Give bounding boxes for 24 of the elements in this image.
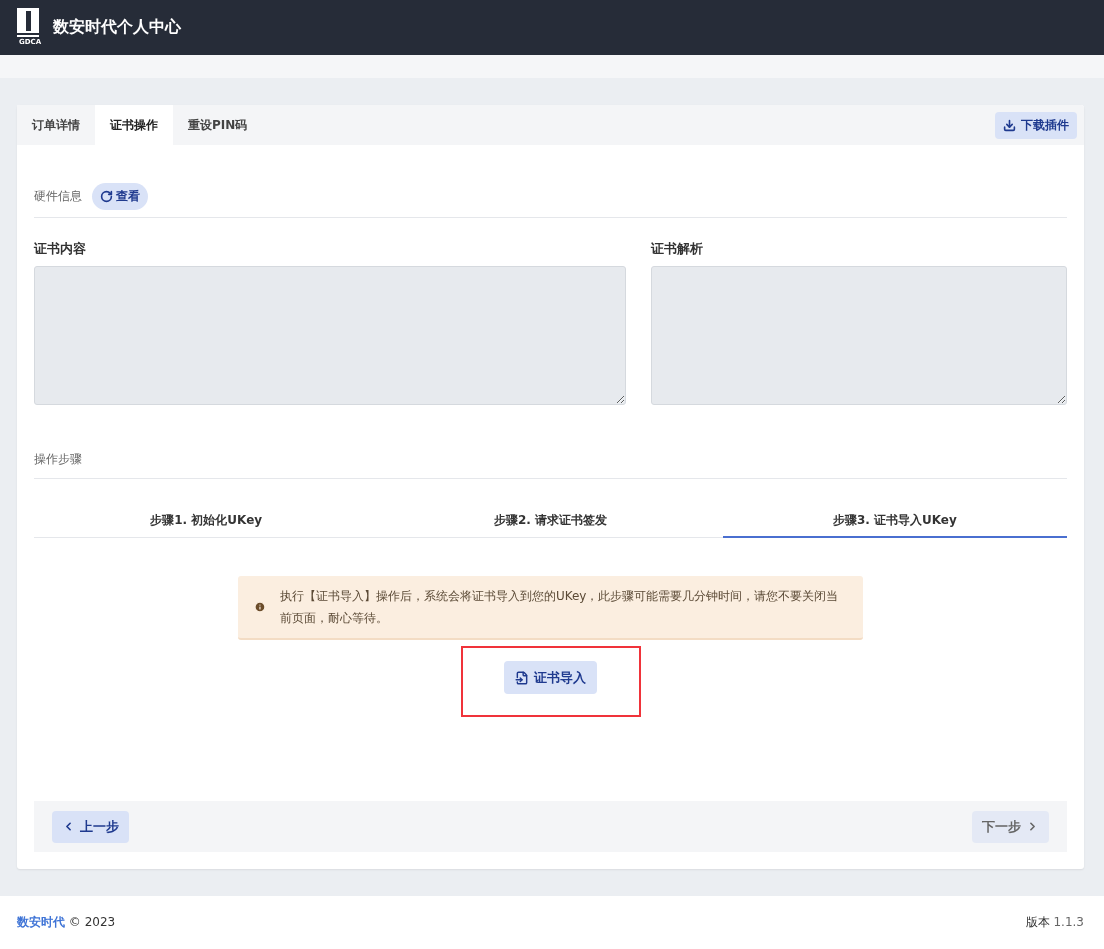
version-number: 1.1.3 — [1053, 915, 1084, 930]
prev-button[interactable]: 上一步 — [52, 810, 129, 843]
step-tab[interactable]: 步骤3. 证书导入UKey — [722, 505, 1067, 539]
info-icon — [254, 600, 266, 615]
text-area[interactable] — [651, 266, 1067, 406]
import-button[interactable]: 证书导入 — [504, 661, 597, 695]
copyright-text: © 2023 — [68, 915, 116, 930]
version-label: 版本 — [1025, 915, 1050, 930]
file-import-icon — [515, 670, 529, 685]
step-tab[interactable]: 步骤2. 请求证书签发 — [378, 505, 723, 539]
step-tab[interactable]: 步骤1. 初始化UKey — [34, 505, 379, 539]
app-title: 数安时代个人中心 — [53, 16, 181, 38]
refresh-icon — [100, 190, 113, 204]
download-button[interactable]: 下载插件 — [995, 111, 1077, 139]
panel-label: 证书解析 — [651, 240, 704, 259]
hardware-label: 硬件信息 — [34, 188, 82, 206]
notice-text: 执行【证书导入】操作后，系统会将证书导入到您的UKey，此步骤可能需要几分钟时间，请您不要关闭当前页面，耐心等待。 — [279, 588, 840, 628]
view-button[interactable]: 查看 — [92, 183, 148, 211]
panel-label: 证书内容 — [34, 240, 87, 259]
brand-link[interactable]: 数安时代 — [17, 915, 65, 930]
steps-heading: 操作步骤 — [34, 452, 82, 467]
download-icon — [1003, 118, 1016, 132]
tab[interactable]: 证书操作 — [95, 105, 173, 146]
text-area[interactable] — [34, 266, 626, 406]
